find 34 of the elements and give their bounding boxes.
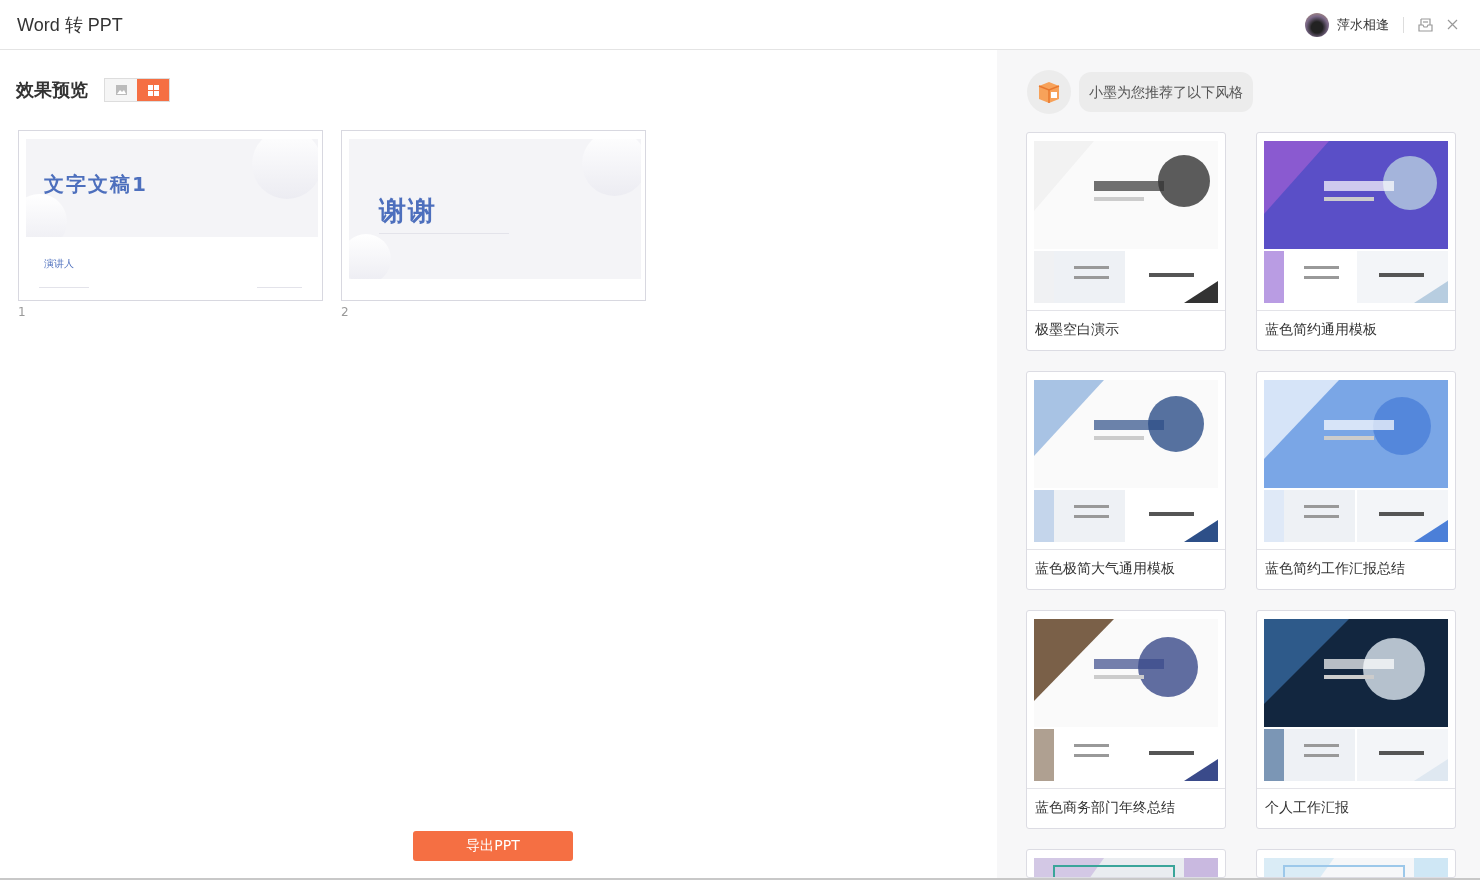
user-avatar[interactable]: [1305, 12, 1329, 37]
template-name: 个人工作汇报: [1264, 798, 1350, 817]
slide-title: 谢谢: [379, 194, 437, 228]
window-title: Word 转 PPT: [17, 13, 124, 37]
slide-thumbnail[interactable]: 文字文稿1 演讲人: [18, 130, 323, 301]
decor-circle: [349, 234, 391, 279]
template-card[interactable]: 蓝色商务部门年终总结: [1026, 610, 1226, 829]
slide-number: 2: [341, 305, 350, 319]
template-name: 蓝色简约工作汇报总结: [1264, 559, 1406, 578]
close-icon[interactable]: [1447, 19, 1458, 30]
recommend-message: 小墨为您推荐了以下风格: [1079, 72, 1253, 112]
template-card[interactable]: 极墨空白演示: [1026, 132, 1226, 351]
template-card[interactable]: 蓝色简约通用模板: [1256, 132, 1456, 351]
slide-number: 1: [18, 305, 27, 319]
tray-icon[interactable]: [1418, 17, 1433, 32]
template-card[interactable]: 蓝色简约工作汇报总结: [1256, 371, 1456, 590]
template-card[interactable]: [1026, 849, 1226, 878]
box-icon: [1036, 80, 1062, 104]
image-icon: [115, 85, 127, 95]
grid-icon: [147, 84, 159, 96]
slide-title: 文字文稿1: [44, 171, 148, 198]
section-title: 效果预览: [16, 78, 88, 102]
user-name[interactable]: 萍水相逢: [1337, 15, 1389, 34]
template-name: 极墨空白演示: [1034, 320, 1120, 339]
template-name: 蓝色商务部门年终总结: [1034, 798, 1176, 817]
slide-thumbnail[interactable]: 谢谢: [341, 130, 646, 301]
template-card[interactable]: 蓝色极简大气通用模板: [1026, 371, 1226, 590]
template-card[interactable]: [1256, 849, 1456, 878]
template-card[interactable]: 个人工作汇报: [1256, 610, 1456, 829]
template-name: 蓝色极简大气通用模板: [1034, 559, 1176, 578]
view-toggle[interactable]: [105, 79, 137, 101]
view-toggle[interactable]: [137, 79, 169, 101]
slide-subtitle: 演讲人: [44, 257, 74, 271]
template-name: 蓝色简约通用模板: [1264, 320, 1378, 339]
